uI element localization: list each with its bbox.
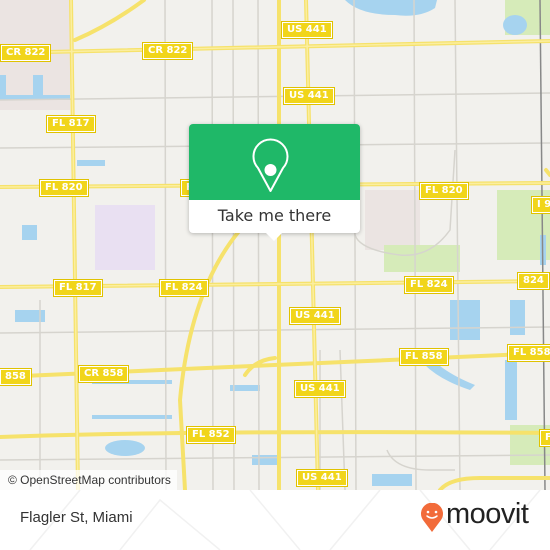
airport-area [95, 205, 155, 270]
take-me-there-button[interactable]: Take me there [189, 200, 360, 233]
take-me-there-popup[interactable]: Take me there [189, 124, 360, 241]
minor-roads [0, 0, 550, 490]
road-label-i95: I 9 [530, 196, 550, 214]
road-label-us441: US 441 [281, 21, 333, 39]
road-label-fl824: FL 824 [159, 279, 209, 297]
road-label-fl858: 858 [0, 368, 32, 386]
road-label-us441: US 441 [283, 87, 335, 105]
road-label-fl820: FL 820 [39, 179, 89, 197]
map-layer [0, 0, 550, 490]
road-label-fl858: FL 858 [399, 348, 449, 366]
place-name: Flagler St, Miami [20, 509, 133, 526]
popup-header[interactable] [189, 124, 360, 200]
road-label-cr822: CR 822 [0, 44, 52, 62]
map-pin-icon [252, 138, 289, 192]
road-label-fl817: FL 817 [53, 279, 103, 297]
road-label-fl817: FL 817 [46, 115, 96, 133]
road-label-fl858: FL 858 [507, 344, 550, 362]
popup-pointer [265, 232, 283, 241]
road-label-us441: US 441 [289, 307, 341, 325]
map-canvas[interactable]: CR 822 CR 822 US 441 US 441 FL 817 FL 82… [0, 0, 550, 490]
road-label-fl820: FL 820 [419, 182, 469, 200]
road-label-fl824: FL 824 [404, 276, 454, 294]
moovit-wordmark: moovit [446, 498, 529, 530]
park-area [384, 245, 460, 272]
residential-area [365, 190, 420, 250]
water-features [0, 0, 546, 486]
road-label-fl852: FL 852 [186, 426, 236, 444]
road-label-us441: US 441 [294, 380, 346, 398]
road-label-us441: US 441 [296, 469, 348, 487]
major-roads-center [0, 0, 550, 490]
major-roads [0, 0, 550, 490]
road-label-fl852: F [539, 429, 550, 447]
map-attribution[interactable]: © OpenStreetMap contributors [0, 470, 177, 490]
road-label-fl824: 824 [517, 272, 550, 290]
road-label-cr822: CR 822 [141, 42, 194, 60]
road-label-cr858: CR 858 [77, 365, 130, 383]
moovit-smile-pin-icon [421, 503, 443, 532]
